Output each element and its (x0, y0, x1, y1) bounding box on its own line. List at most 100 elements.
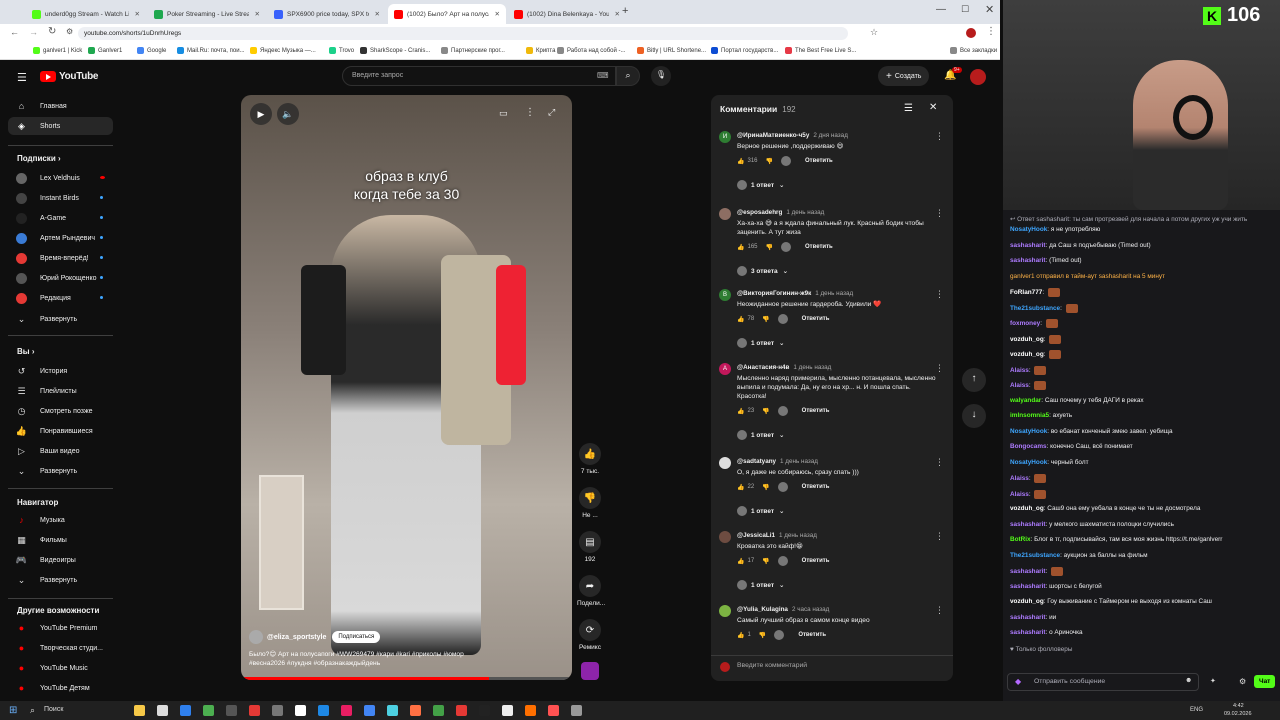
chat-username[interactable]: vozduh_og (1010, 598, 1044, 605)
sound-thumbnail[interactable] (581, 662, 599, 680)
chat-username[interactable]: vozduh_og (1010, 336, 1044, 343)
view-replies-button[interactable]: 1 ответ ⌄ (737, 506, 785, 516)
view-replies-button[interactable]: 1 ответ ⌄ (737, 580, 785, 590)
edge-icon[interactable] (180, 705, 191, 716)
comment-avatar[interactable] (719, 605, 731, 617)
comment-like-icon[interactable]: 👍 (737, 484, 744, 491)
captions-icon[interactable]: ▭ (499, 108, 508, 119)
app-icon[interactable] (479, 705, 490, 716)
shorts-video-player[interactable]: ▶ 🔈 ▭ ⋮ ⤢ образ в клуб когда тебе за 30 @… (241, 95, 572, 680)
sidebar-item[interactable]: ⌄ Развернуть (16, 464, 77, 478)
comment-dislike-icon[interactable]: 👎 (762, 558, 769, 565)
chat-username[interactable]: The21substance (1010, 552, 1060, 559)
sidebar-expand-subs[interactable]: ⌄ Развернуть (16, 312, 77, 326)
browser-tab[interactable]: (1002) Dina Belenkaya - YouTu ✕ (508, 4, 626, 24)
profile-avatar[interactable] (966, 28, 976, 38)
chat-username[interactable]: sashasharit (1010, 583, 1046, 590)
maximize-button[interactable]: ☐ (961, 4, 969, 15)
chat-username[interactable]: Bongocams (1010, 443, 1047, 450)
app-icon[interactable] (387, 705, 398, 716)
app-icon[interactable] (548, 705, 559, 716)
taskbar-search-icon[interactable]: ⌕ (30, 705, 35, 716)
forward-button[interactable]: → (29, 27, 38, 37)
bookmark-item[interactable]: Bitly | URL Shortene... (637, 47, 706, 54)
youtube-logo[interactable]: YouTube (40, 71, 99, 82)
chat-username[interactable]: NosatyHook (1010, 459, 1047, 466)
comment-like-icon[interactable]: 👍 (737, 408, 744, 415)
search-input[interactable]: Введите запрос (342, 66, 616, 86)
comment-reply-button[interactable]: Ответить (805, 244, 833, 250)
subscription-item[interactable]: Артем Рындевич (16, 231, 95, 245)
chat-username[interactable]: foxmoney (1010, 320, 1040, 327)
browser-tab[interactable]: SPX6900 price today, SPX to U✕ (268, 4, 386, 24)
task-view-icon[interactable] (157, 705, 168, 716)
chat-username[interactable]: sashasharit (1010, 568, 1046, 575)
subscription-item[interactable]: Lex Veldhuis (16, 171, 80, 185)
view-replies-button[interactable]: 1 ответ ⌄ (737, 430, 785, 440)
channel-name[interactable]: @eliza_sportstyle (267, 634, 326, 641)
bookmark-item[interactable]: Все закладки (950, 47, 997, 54)
app-icon[interactable] (433, 705, 444, 716)
comment-more-icon[interactable]: ⋮ (935, 457, 944, 468)
subscription-item[interactable]: Редакция (16, 291, 71, 305)
chat-username[interactable]: NosatyHook (1010, 226, 1047, 233)
chat-username[interactable]: BotRix (1010, 536, 1031, 543)
app-icon[interactable] (249, 705, 260, 716)
mute-button[interactable]: 🔈 (277, 103, 299, 125)
chat-send-button[interactable]: Чат (1254, 675, 1276, 688)
bookmark-star-icon[interactable]: ☆ (870, 27, 878, 38)
comment-avatar[interactable]: А (719, 363, 731, 375)
create-button[interactable]: + Создать (878, 66, 930, 86)
site-info-icon[interactable]: ⚙ (66, 27, 73, 36)
comment-like-icon[interactable]: 👍 (737, 158, 744, 165)
chat-username[interactable]: sashasharit (1010, 257, 1046, 264)
dislike-button[interactable]: 👎 Не ... (577, 487, 603, 519)
chat-message-input[interactable]: Отправить сообщение (1007, 673, 1199, 691)
chat-username[interactable]: Alaiss (1010, 382, 1029, 389)
comment-more-icon[interactable]: ⋮ (935, 363, 944, 374)
close-tab-icon[interactable]: ✕ (609, 10, 620, 18)
chat-username[interactable]: sashasharit (1010, 242, 1046, 249)
subscribe-button[interactable]: Подписаться (332, 631, 381, 643)
url-field[interactable]: youtube.com/shorts/1uDnrhUregs (78, 27, 848, 40)
chat-username[interactable]: Alaiss (1010, 367, 1029, 374)
comment-author[interactable]: @ВикторияГогинин-ж9к (737, 290, 811, 297)
chat-username[interactable]: FoRlan777 (1010, 289, 1042, 296)
comment-avatar[interactable]: И (719, 131, 731, 143)
close-tab-icon[interactable]: ✕ (249, 10, 260, 18)
app-icon[interactable] (272, 705, 283, 716)
new-tab-button[interactable]: + (622, 5, 628, 17)
browser-tab[interactable]: (1002) Было? Арт на полусап ✕ (388, 4, 506, 24)
app-icon[interactable] (410, 705, 421, 716)
sidebar-item[interactable]: ◷ Смотреть позже (16, 404, 93, 418)
sidebar-item[interactable]: ● Творческая студи... (16, 641, 103, 655)
comment-reply-button[interactable]: Ответить (802, 408, 830, 414)
comment-reply-button[interactable]: Ответить (802, 484, 830, 490)
subscription-item[interactable]: Юрий Рокощенко (16, 271, 97, 285)
comment-author[interactable]: @JessicaLi1 (737, 532, 775, 539)
comment-dislike-icon[interactable]: 👎 (762, 408, 769, 415)
bookmark-item[interactable]: Trovo (329, 47, 354, 54)
bookmark-item[interactable]: Ganlver1 (88, 47, 122, 54)
voice-search-button[interactable]: 🎙 (651, 66, 671, 86)
emote-icon[interactable]: ☻ (1185, 677, 1192, 684)
search-button[interactable]: ⌕ (616, 66, 640, 86)
comment-dislike-icon[interactable]: 👎 (762, 484, 769, 491)
comment-reply-button[interactable]: Ответить (805, 158, 833, 164)
sidebar-item[interactable]: ▷ Ваши видео (16, 444, 80, 458)
comment-like-icon[interactable]: 👍 (737, 244, 744, 251)
view-replies-button[interactable]: 1 ответ ⌄ (737, 180, 785, 190)
comment-avatar[interactable]: В (719, 289, 731, 301)
chat-username[interactable]: NosatyHook (1010, 428, 1047, 435)
comment-author[interactable]: @Yulia_Kulagina (737, 606, 788, 613)
chat-username[interactable]: Alaiss (1010, 491, 1029, 498)
comment-author[interactable]: @esposadehrg (737, 209, 782, 216)
comment-dislike-icon[interactable]: 👎 (759, 632, 766, 639)
you-header[interactable]: Вы › (17, 347, 35, 356)
share-button[interactable]: ➦ Подели... (577, 575, 605, 607)
comment-more-icon[interactable]: ⋮ (935, 605, 944, 616)
video-progress-track[interactable] (241, 677, 572, 680)
comment-dislike-icon[interactable]: 👎 (766, 158, 773, 165)
chat-settings-icon[interactable]: ⚙ (1239, 677, 1246, 686)
bookmark-item[interactable]: Работа над собой -... (557, 47, 625, 54)
